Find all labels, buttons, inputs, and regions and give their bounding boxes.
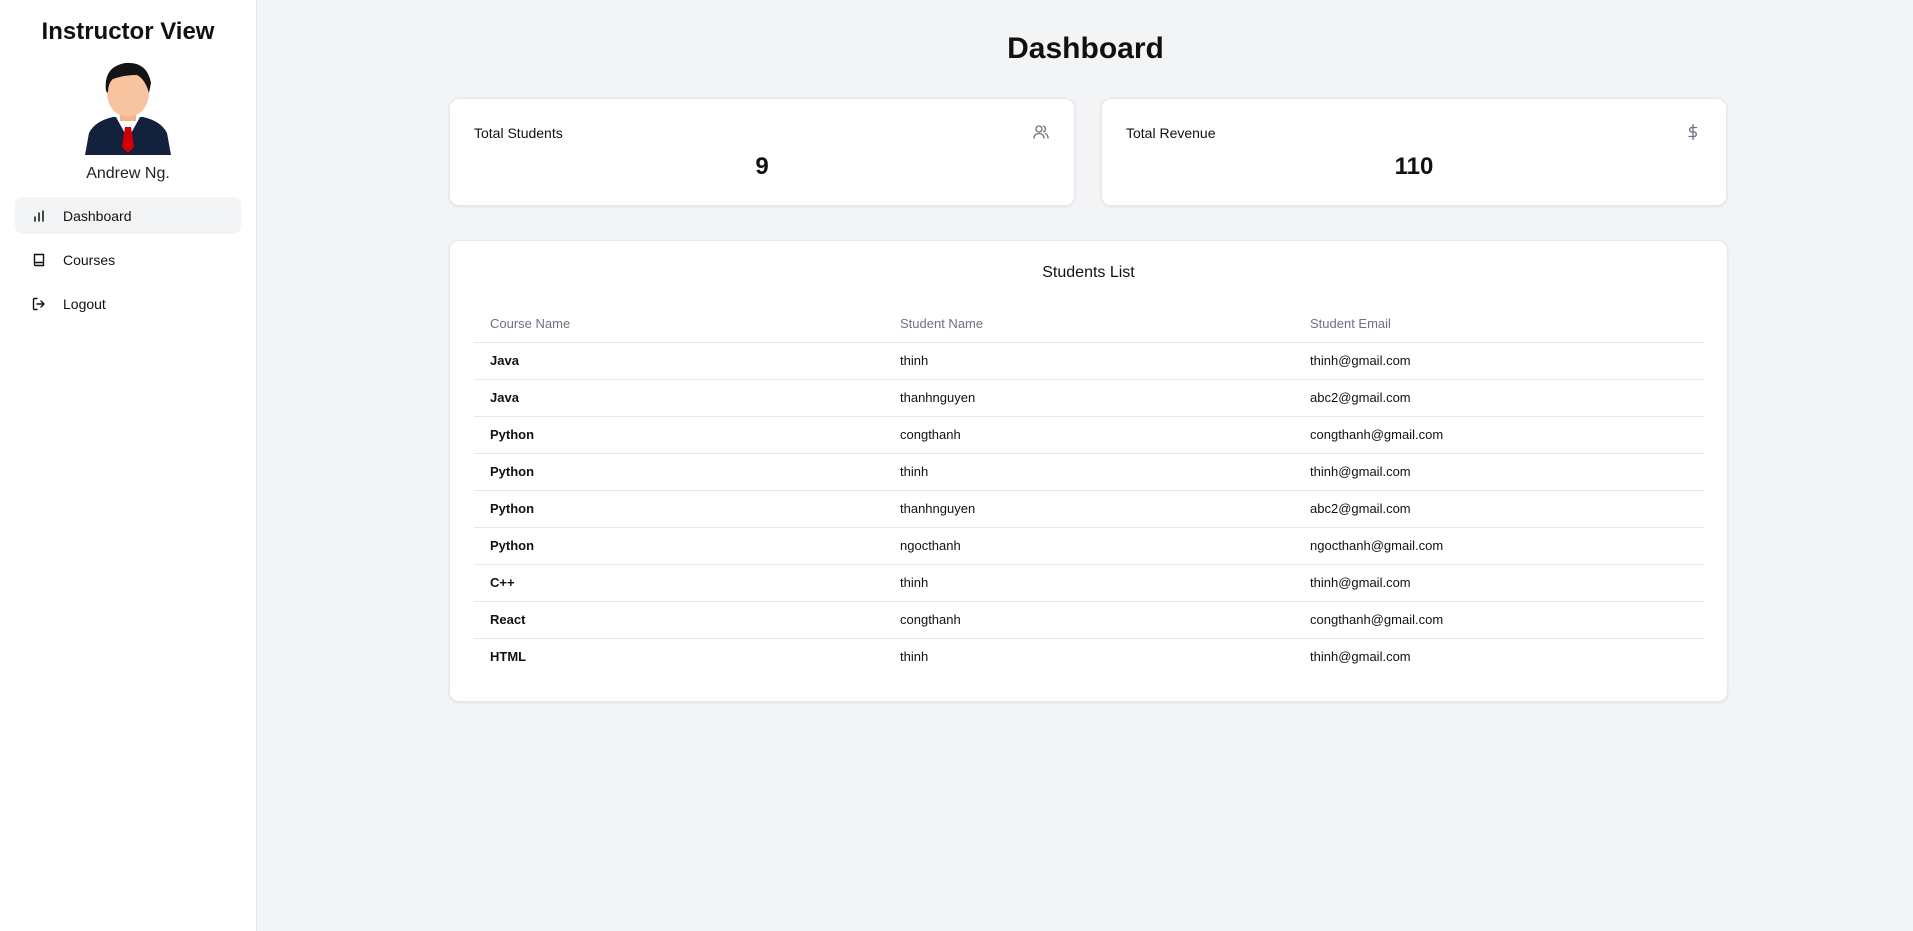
sidebar: Instructor View Andrew Ng. Dashboard Cou…	[0, 0, 257, 931]
sidebar-nav: Dashboard Courses Logout	[0, 197, 256, 322]
table-row: HTML thinh thinh@gmail.com	[474, 638, 1704, 675]
table-row: Java thinh thinh@gmail.com	[474, 342, 1704, 380]
student-name-cell: congthanh	[884, 601, 1294, 639]
table-header-row: Course Name Student Name Student Email	[474, 305, 1704, 343]
sidebar-item-dashboard[interactable]: Dashboard	[15, 197, 241, 234]
user-name: Andrew Ng.	[86, 165, 170, 182]
student-name-cell: thinh	[884, 342, 1294, 380]
stat-label: Total Revenue	[1126, 125, 1216, 141]
course-name-cell: Java	[474, 379, 884, 417]
student-name-cell: congthanh	[884, 416, 1294, 454]
main-content: Dashboard Total Students 9 Total Revenue…	[258, 0, 1913, 931]
student-name-cell: thanhnguyen	[884, 379, 1294, 417]
stat-label: Total Students	[474, 125, 563, 141]
stat-value: 9	[755, 153, 769, 180]
student-email-cell: thinh@gmail.com	[1294, 564, 1704, 602]
sidebar-item-label: Logout	[63, 295, 106, 312]
student-email-cell: thinh@gmail.com	[1294, 342, 1704, 380]
course-name-cell: Java	[474, 342, 884, 380]
total-revenue-card: Total Revenue 110	[1101, 98, 1727, 206]
student-email-cell: thinh@gmail.com	[1310, 649, 1411, 665]
table-row: React congthanh congthanh@gmail.com	[474, 601, 1704, 639]
student-name-cell: thanhnguyen	[884, 490, 1294, 528]
book-icon	[31, 252, 47, 268]
student-email-cell: abc2@gmail.com	[1294, 490, 1704, 528]
table-row: Python congthanh congthanh@gmail.com	[474, 416, 1704, 454]
students-list-title: Students List	[1042, 264, 1135, 281]
course-name-cell: Python	[474, 490, 884, 528]
student-email-cell: congthanh@gmail.com	[1294, 416, 1704, 454]
course-name-cell: React	[474, 601, 884, 639]
sidebar-item-logout[interactable]: Logout	[15, 285, 241, 322]
column-header-student-name: Student Name	[884, 305, 1294, 343]
course-name-cell: Python	[474, 416, 884, 454]
student-name-cell: ngocthanh	[884, 527, 1294, 565]
column-header-student-email: Student Email	[1294, 305, 1704, 343]
users-icon	[1032, 123, 1050, 141]
course-name-cell: C++	[474, 564, 884, 602]
sidebar-title: Instructor View	[41, 18, 215, 45]
column-header-course-name: Course Name	[474, 305, 884, 343]
sidebar-item-label: Dashboard	[63, 207, 132, 224]
page-title: Dashboard	[1007, 32, 1164, 65]
table-row: Java thanhnguyen abc2@gmail.com	[474, 379, 1704, 417]
student-name-cell: thinh	[900, 649, 929, 665]
table-row: C++ thinh thinh@gmail.com	[474, 564, 1704, 602]
dollar-icon	[1684, 123, 1702, 141]
avatar	[85, 62, 171, 155]
table-row: Python thanhnguyen abc2@gmail.com	[474, 490, 1704, 528]
student-email-cell: abc2@gmail.com	[1294, 379, 1704, 417]
bar-chart-icon	[31, 208, 47, 224]
course-name-cell: Python	[474, 527, 884, 565]
course-name-cell: Python	[474, 453, 884, 491]
course-name-cell: HTML	[490, 649, 527, 665]
students-table: Course Name Student Name Student Email J…	[474, 305, 1704, 675]
sidebar-item-courses[interactable]: Courses	[15, 241, 241, 278]
student-email-cell: congthanh@gmail.com	[1294, 601, 1704, 639]
student-name-cell: thinh	[884, 453, 1294, 491]
table-row: Python ngocthanh ngocthanh@gmail.com	[474, 527, 1704, 565]
table-row: Python thinh thinh@gmail.com	[474, 453, 1704, 491]
student-email-cell: ngocthanh@gmail.com	[1294, 527, 1704, 565]
students-list-card: Students List Course Name Student Name S…	[449, 240, 1728, 702]
sidebar-item-label: Courses	[63, 251, 116, 268]
stat-value: 110	[1394, 153, 1434, 180]
student-email-cell: thinh@gmail.com	[1294, 453, 1704, 491]
student-name-cell: thinh	[884, 564, 1294, 602]
total-students-card: Total Students 9	[449, 98, 1075, 206]
logout-icon	[31, 296, 47, 312]
